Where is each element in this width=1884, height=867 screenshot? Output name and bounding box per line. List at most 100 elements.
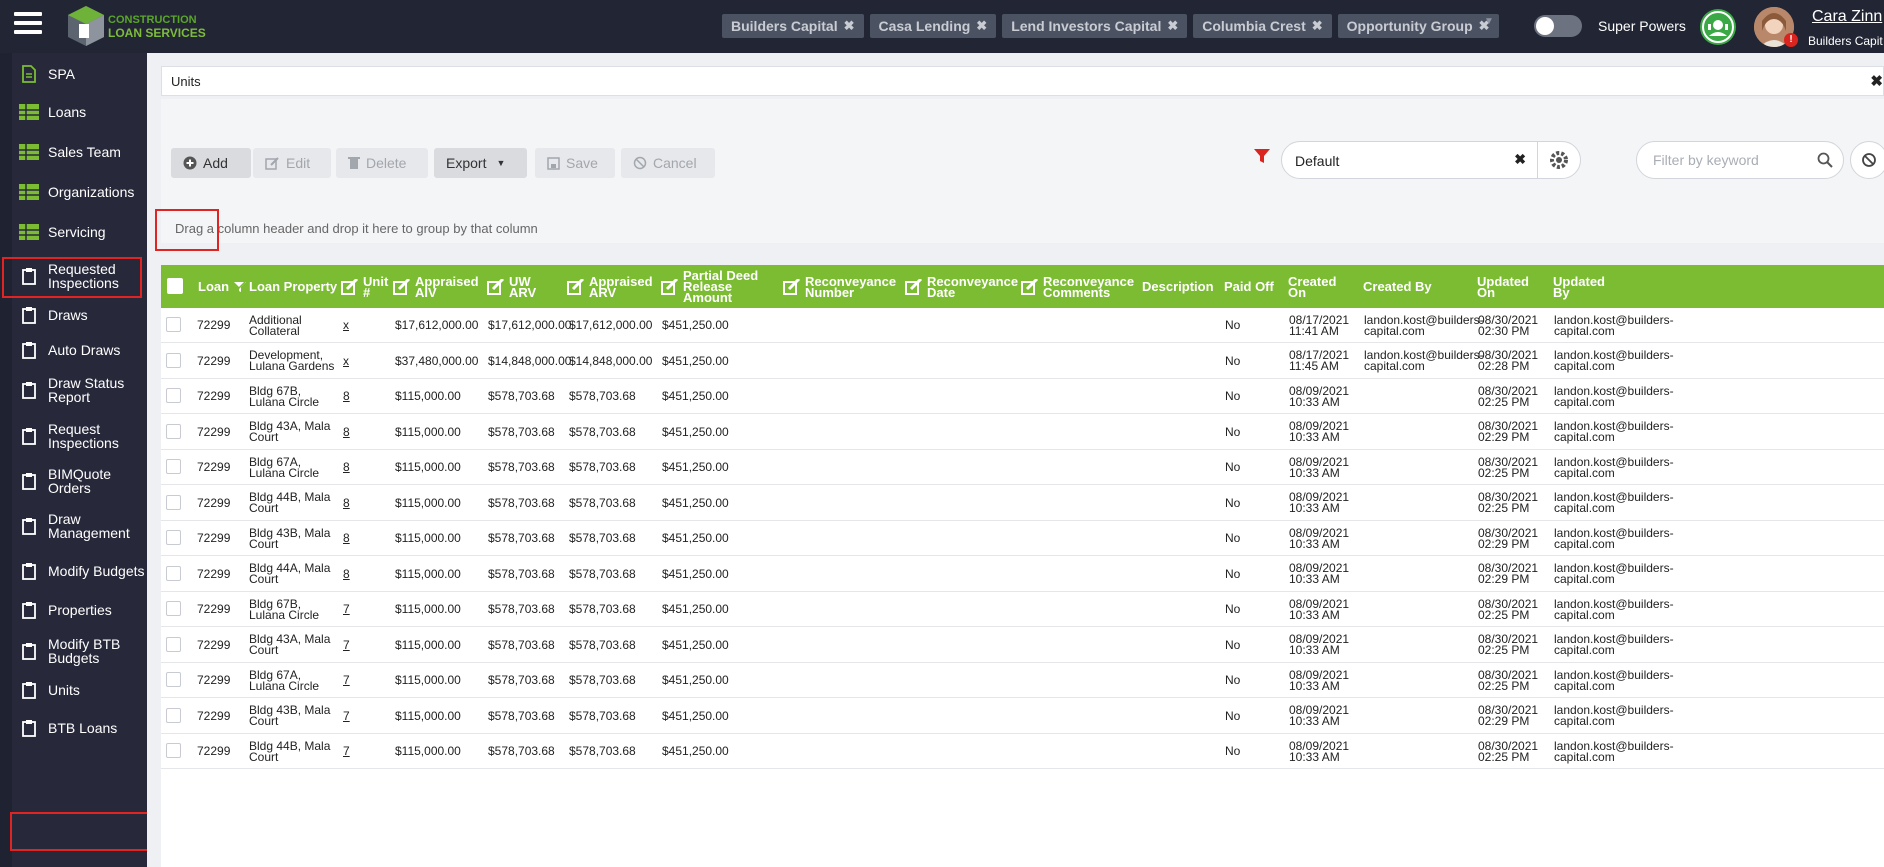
remove-chip-icon[interactable]: ✖ xyxy=(844,18,855,34)
column-header-created-on[interactable]: Created On xyxy=(1288,265,1348,308)
remove-chip-icon[interactable]: ✖ xyxy=(1312,18,1323,34)
row-checkbox[interactable] xyxy=(166,459,181,474)
chip-dropdown-caret-icon[interactable]: ▼ xyxy=(1484,16,1494,27)
row-checkbox[interactable] xyxy=(166,743,181,758)
table-row[interactable]: 72299 Bldg 43A, Mala Court 8 $115,000.00 $57… xyxy=(161,415,1884,450)
search-icon[interactable] xyxy=(1817,152,1833,168)
sidebar-item-sales-team[interactable]: Sales Team xyxy=(12,141,147,163)
column-header-loan-property[interactable]: Loan Property xyxy=(249,265,339,308)
org-chip[interactable]: Columbia Crest ✖ xyxy=(1193,14,1332,38)
cell-unit-link[interactable]: 8 xyxy=(343,486,383,521)
row-checkbox[interactable] xyxy=(166,707,181,723)
user-name-link[interactable]: Cara Zinn xyxy=(1812,8,1882,26)
cell-unit-link[interactable]: 8 xyxy=(343,557,383,592)
app-logo[interactable]: CONSTRUCTION LOAN SERVICES xyxy=(66,4,216,50)
filter-icon[interactable] xyxy=(1253,147,1271,165)
row-checkbox[interactable] xyxy=(166,423,181,439)
org-chip[interactable]: Lend Investors Capital ✖ xyxy=(1002,14,1188,38)
remove-chip-icon[interactable]: ✖ xyxy=(1167,18,1178,34)
sidebar-item-draws[interactable]: Draws xyxy=(12,304,147,326)
sidebar-item-draw-management[interactable]: Draw Management xyxy=(12,511,147,541)
sidebar-item-auto-draws[interactable]: Auto Draws xyxy=(12,339,147,361)
table-row[interactable]: 72299 Bldg 67A, Lulana Circle 7 $115,000.00… xyxy=(161,663,1884,698)
table-row[interactable]: 72299 Bldg 44B, Mala Court 8 $115,000.00 $57… xyxy=(161,486,1884,521)
cell-unit-link[interactable]: 7 xyxy=(343,628,383,663)
org-chip[interactable]: Opportunity Group ✖ xyxy=(1337,14,1499,38)
cell-unit-link[interactable]: 7 xyxy=(343,734,383,769)
table-row[interactable]: 72299 Development, Lulana Gardens x $37,480… xyxy=(161,344,1884,379)
sidebar-item-modify-budgets[interactable]: Modify Budgets xyxy=(12,556,147,586)
row-checkbox[interactable] xyxy=(166,352,181,368)
row-checkbox[interactable] xyxy=(166,601,181,616)
row-checkbox[interactable] xyxy=(166,530,181,545)
cell-unit-link[interactable]: 7 xyxy=(343,699,383,734)
export-button[interactable]: Export ▼ xyxy=(434,148,527,178)
column-header-description[interactable]: Description xyxy=(1142,265,1214,308)
row-checkbox[interactable] xyxy=(166,672,181,687)
sidebar-item-spa[interactable]: SPA xyxy=(12,63,147,85)
keyword-filter-input[interactable] xyxy=(1651,151,1805,169)
clear-view-icon[interactable]: ✖ xyxy=(1514,151,1526,168)
column-header-paid-off[interactable]: Paid Off xyxy=(1224,265,1274,308)
edit-button[interactable]: Edit xyxy=(253,148,331,178)
cell-unit-link[interactable]: 8 xyxy=(343,415,383,450)
cell-unit-link[interactable]: x xyxy=(343,344,383,379)
table-row[interactable]: 72299 Bldg 43B, Mala Court 7 $115,000.00 $57… xyxy=(161,699,1884,734)
column-header-reconveyance-comments[interactable]: Reconveyance Comments xyxy=(1021,265,1139,308)
column-header-appraised-arv[interactable]: Appraised ARV xyxy=(567,265,659,308)
table-row[interactable]: 72299 Bldg 67A, Lulana Circle 8 $115,000.00… xyxy=(161,450,1884,485)
column-header-partial-deed-release-amount[interactable]: Partial Deed Release Amount xyxy=(661,265,781,308)
sidebar-item-bimquote-orders[interactable]: BIMQuote Orders xyxy=(12,466,147,496)
sidebar-item-loans[interactable]: Loans xyxy=(12,101,147,123)
add-button[interactable]: Add xyxy=(171,148,251,178)
remove-chip-icon[interactable]: ✖ xyxy=(976,18,987,34)
column-header-unit[interactable]: Unit # xyxy=(341,265,389,308)
row-checkbox[interactable] xyxy=(166,317,181,332)
column-header-created-by[interactable]: Created By xyxy=(1363,265,1432,308)
org-chip[interactable]: Casa Lending ✖ xyxy=(869,14,997,38)
column-header-appraised-aiv[interactable]: Appraised AIV xyxy=(393,265,481,308)
column-header-reconveyance-number[interactable]: Reconveyance Number xyxy=(783,265,903,308)
sidebar-item-organizations[interactable]: Organizations xyxy=(12,181,147,203)
cell-unit-link[interactable]: 7 xyxy=(343,592,383,627)
row-checkbox[interactable] xyxy=(166,388,181,403)
hamburger-menu-icon[interactable] xyxy=(14,12,42,36)
sidebar-item-properties[interactable]: Properties xyxy=(12,599,147,621)
notification-badge[interactable]: ! xyxy=(1784,33,1798,47)
cell-unit-link[interactable]: x xyxy=(343,308,383,343)
clear-filter-button[interactable] xyxy=(1850,141,1884,179)
close-icon[interactable]: ✖ xyxy=(1870,72,1883,90)
save-button[interactable]: Save xyxy=(535,148,615,178)
table-row[interactable]: 72299 Bldg 67B, Lulana Circle 7 $115,000.00… xyxy=(161,592,1884,627)
row-checkbox[interactable] xyxy=(166,565,181,581)
cell-unit-link[interactable]: 8 xyxy=(343,379,383,414)
sidebar-item-servicing[interactable]: Servicing xyxy=(12,221,147,243)
cancel-button[interactable]: Cancel xyxy=(621,148,715,178)
sidebar-item-draw-status-report[interactable]: Draw Status Report xyxy=(12,375,147,405)
row-checkbox[interactable] xyxy=(166,636,181,652)
table-row[interactable]: 72299 Additional Collateral x $17,612,000.0… xyxy=(161,308,1884,343)
column-header-updated-by[interactable]: Updated By xyxy=(1553,265,1613,308)
sidebar-item-units[interactable]: Units xyxy=(12,679,147,701)
sidebar-item-request-inspections[interactable]: Request Inspections xyxy=(12,421,147,451)
column-header-loan[interactable]: Loan xyxy=(198,265,247,308)
column-header-updated-on[interactable]: Updated On xyxy=(1477,265,1537,308)
sidebar-item-modify-btb-budgets[interactable]: Modify BTB Budgets xyxy=(12,636,147,666)
cell-unit-link[interactable]: 8 xyxy=(343,521,383,556)
table-row[interactable]: 72299 Bldg 43B, Mala Court 8 $115,000.00 $57… xyxy=(161,521,1884,556)
column-header-uw-arv[interactable]: UW ARV xyxy=(487,265,563,308)
table-row[interactable]: 72299 Bldg 67B, Lulana Circle 8 $115,000.00… xyxy=(161,379,1884,414)
delete-button[interactable]: Delete xyxy=(336,148,428,178)
filter-off-icon[interactable] xyxy=(233,280,247,293)
org-chip[interactable]: Builders Capital ✖ xyxy=(722,14,864,38)
cell-unit-link[interactable]: 8 xyxy=(343,450,383,485)
select-all-checkbox[interactable] xyxy=(167,278,183,294)
cell-unit-link[interactable]: 7 xyxy=(343,663,383,698)
sidebar-item-btb-loans[interactable]: BTB Loans xyxy=(12,717,147,739)
column-header-reconveyance-date[interactable]: Reconveyance Date xyxy=(905,265,1018,308)
table-row[interactable]: 72299 Bldg 44B, Mala Court 7 $115,000.00 $57… xyxy=(161,734,1884,769)
super-powers-toggle[interactable] xyxy=(1534,15,1582,37)
gear-icon[interactable] xyxy=(1537,142,1580,178)
table-row[interactable]: 72299 Bldg 44A, Mala Court 8 $115,000.00 $57… xyxy=(161,557,1884,592)
view-select[interactable]: Default ✖ xyxy=(1281,141,1581,179)
